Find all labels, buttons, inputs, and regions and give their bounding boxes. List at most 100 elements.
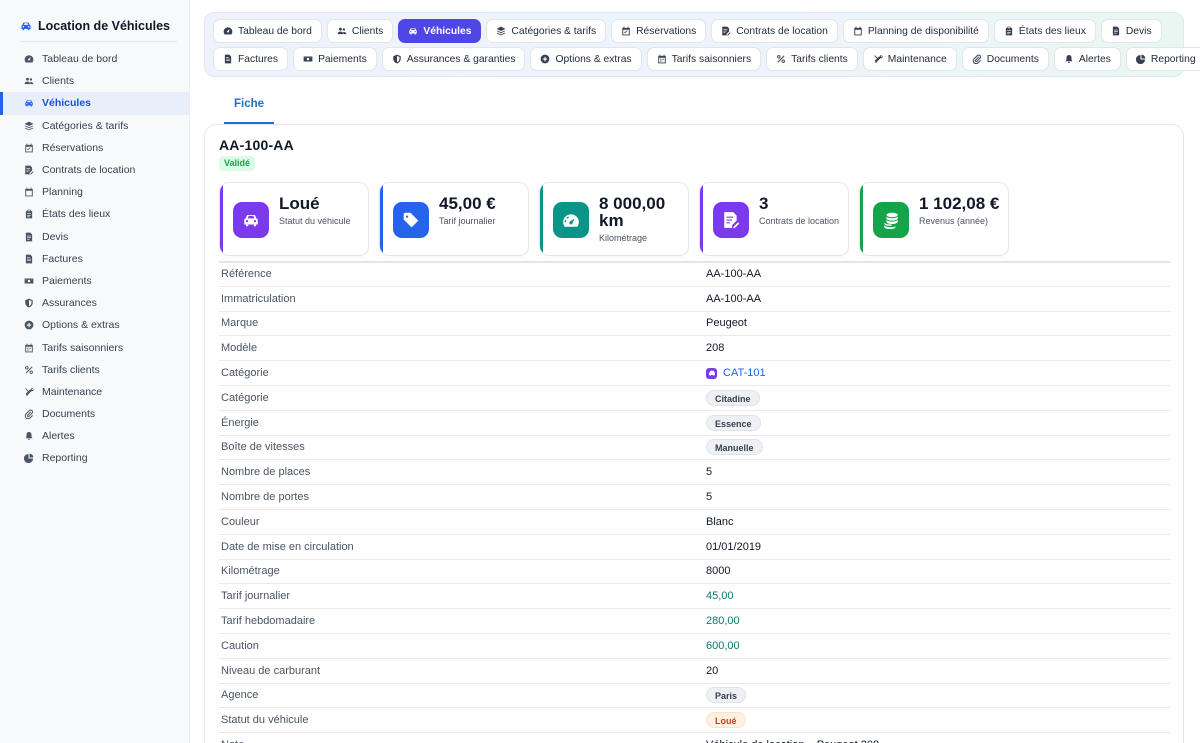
kpi-accent-bar — [700, 183, 703, 255]
kpi-value: Loué — [279, 194, 320, 213]
tab-assurances-garanties[interactable]: Assurances & garanties — [381, 47, 526, 71]
detail-label: Nombre de portes — [221, 491, 310, 504]
sidebar-item-categories-tarifs[interactable]: Catégories & tarifs — [0, 115, 189, 137]
kpi-value: 45,00 € — [439, 194, 496, 213]
detail-row: Nombre de places 5 — [219, 459, 1171, 484]
sidebar-item-options-extras[interactable]: Options & extras — [0, 314, 189, 336]
detail-value: 280,00 — [706, 615, 740, 628]
tab-etats-des-lieux[interactable]: États des lieux — [993, 19, 1096, 43]
kpi-accent-bar — [220, 183, 223, 255]
sidebar-item-maintenance[interactable]: Maintenance — [0, 381, 189, 403]
detail-label: Note — [219, 739, 706, 743]
tools-icon — [873, 54, 883, 64]
kpi-value: 3 — [759, 194, 769, 213]
sidebar-item-planning[interactable]: Planning — [0, 181, 189, 203]
sidebar-item-reporting[interactable]: Reporting — [0, 447, 189, 469]
tab-paiements[interactable]: Paiements — [293, 47, 377, 71]
sidebar-item-label: Paiements — [42, 274, 92, 287]
sidebar-item-documents[interactable]: Documents — [0, 403, 189, 425]
tab-reservations[interactable]: Réservations — [611, 19, 707, 43]
tab-tarifs-clients[interactable]: Tarifs clients — [766, 47, 858, 71]
category-link[interactable]: CAT-101 — [723, 367, 766, 379]
sidebar-item-label: Factures — [42, 252, 83, 265]
tab-clients[interactable]: Clients — [326, 19, 394, 43]
tab-tarifs-saisonniers[interactable]: Tarifs saisonniers — [646, 47, 762, 71]
detail-label: Énergie — [221, 416, 259, 429]
sidebar-item-devis[interactable]: Devis — [0, 226, 189, 248]
contract-icon — [713, 202, 749, 238]
record-title: AA-100-AA — [219, 137, 294, 153]
detail-row: Référence AA-100-AA — [219, 261, 1171, 286]
status-badge: Loué — [706, 712, 746, 729]
car-icon — [408, 26, 418, 36]
sidebar-item-factures[interactable]: Factures — [0, 248, 189, 270]
tools-icon — [24, 387, 34, 397]
paperclip-icon — [24, 409, 34, 420]
sidebar-item-contrats-de-location[interactable]: Contrats de location — [0, 159, 189, 181]
sidebar-item-assurances[interactable]: Assurances — [0, 292, 189, 314]
sidebar-item-etats-des-lieux[interactable]: États des lieux — [0, 203, 189, 225]
detail-label: Tarif hebdomadaire — [221, 615, 316, 628]
tab-label: Reporting — [1150, 53, 1196, 65]
sidebar-item-label: Catégories & tarifs — [42, 119, 129, 132]
detail-row: Statut du véhicule Loué — [219, 707, 1171, 732]
tab-categories-tarifs[interactable]: Catégories & tarifs — [486, 19, 607, 43]
coins-icon — [873, 202, 909, 238]
money-icon — [303, 54, 313, 64]
tab-maintenance[interactable]: Maintenance — [862, 47, 957, 71]
tab-label: Factures — [238, 53, 279, 65]
module-tabs-row-2: Factures Paiements Assurances & garanties O… — [213, 47, 1200, 71]
sidebar-item-vehicules[interactable]: Véhicules — [0, 92, 189, 115]
calendar-grid-icon — [24, 343, 34, 353]
sidebar-item-reservations[interactable]: Réservations — [0, 137, 189, 159]
sidebar-item-label: Alertes — [42, 430, 75, 443]
tab-options-extras[interactable]: Options & extras — [530, 47, 642, 71]
kpi-card: 3 Contrats de location — [699, 182, 849, 256]
sidebar-nav: Tableau de bord Clients Véhicules Catégorie… — [0, 48, 189, 470]
detail-row: Tarif hebdomadaire 280,00 — [219, 608, 1171, 633]
tab-planning-de-disponibilite[interactable]: Planning de disponibilité — [842, 19, 989, 43]
tab-label: Assurances & garanties — [406, 53, 516, 65]
sidebar-item-alertes[interactable]: Alertes — [0, 425, 189, 447]
sidebar-item-label: Réservations — [42, 141, 104, 154]
detail-row: Kilométrage 8000 — [219, 558, 1171, 584]
tab-devis[interactable]: Devis — [1100, 19, 1162, 43]
sidebar-item-tarifs-saisonniers[interactable]: Tarifs saisonniers — [0, 336, 189, 358]
detail-row: Modèle 208 — [219, 335, 1171, 360]
tab-fiche[interactable]: Fiche — [224, 96, 274, 124]
calendar-check-icon — [621, 26, 631, 36]
detail-label: Niveau de carburant — [221, 664, 321, 677]
detail-label: Caution — [221, 639, 259, 652]
app-title: Location de Véhicules — [38, 18, 170, 33]
sidebar-item-label: Devis — [42, 230, 69, 243]
kpi-card: 8 000,00 km Kilométrage — [539, 182, 689, 256]
car-icon — [233, 202, 269, 238]
value-badge: Essence — [706, 414, 761, 431]
sidebar-item-tarifs-clients[interactable]: Tarifs clients — [0, 359, 189, 381]
tab-factures[interactable]: Factures — [213, 47, 289, 71]
tab-vehicules[interactable]: Véhicules — [398, 19, 482, 43]
car-icon — [20, 20, 32, 32]
tab-tableau-de-bord[interactable]: Tableau de bord — [213, 19, 322, 43]
value-badge: Paris — [706, 687, 747, 704]
detail-row: Catégorie Citadine — [219, 384, 1171, 410]
sidebar-item-label: Maintenance — [42, 385, 103, 398]
tab-documents[interactable]: Documents — [961, 47, 1049, 71]
tab-contrats-de-location[interactable]: Contrats de location — [711, 19, 838, 43]
tab-reporting[interactable]: Reporting — [1125, 47, 1200, 71]
detail-label: Agence — [221, 689, 259, 702]
contract-icon — [24, 165, 34, 175]
detail-row: Boîte de vitesses Manuelle — [219, 434, 1171, 460]
sidebar-item-clients[interactable]: Clients — [0, 70, 189, 92]
detail-label: Boîte de vitesses — [221, 441, 305, 454]
kpi-card: 45,00 € Tarif journalier — [379, 182, 529, 256]
sidebar: Location de Véhicules Tableau de bord Cli… — [0, 0, 190, 743]
sidebar-item-tableau-de-bord[interactable]: Tableau de bord — [0, 48, 189, 70]
clipboard-icon — [24, 209, 34, 219]
sidebar-item-paiements[interactable]: Paiements — [0, 270, 189, 292]
tab-alertes[interactable]: Alertes — [1053, 47, 1121, 71]
detail-row: NoteVéhicule de location – Peugeot 208 — [219, 732, 1171, 743]
tab-label: Maintenance — [887, 53, 947, 65]
tab-label: Catégories & tarifs — [511, 25, 597, 37]
gauge-icon — [553, 202, 589, 238]
